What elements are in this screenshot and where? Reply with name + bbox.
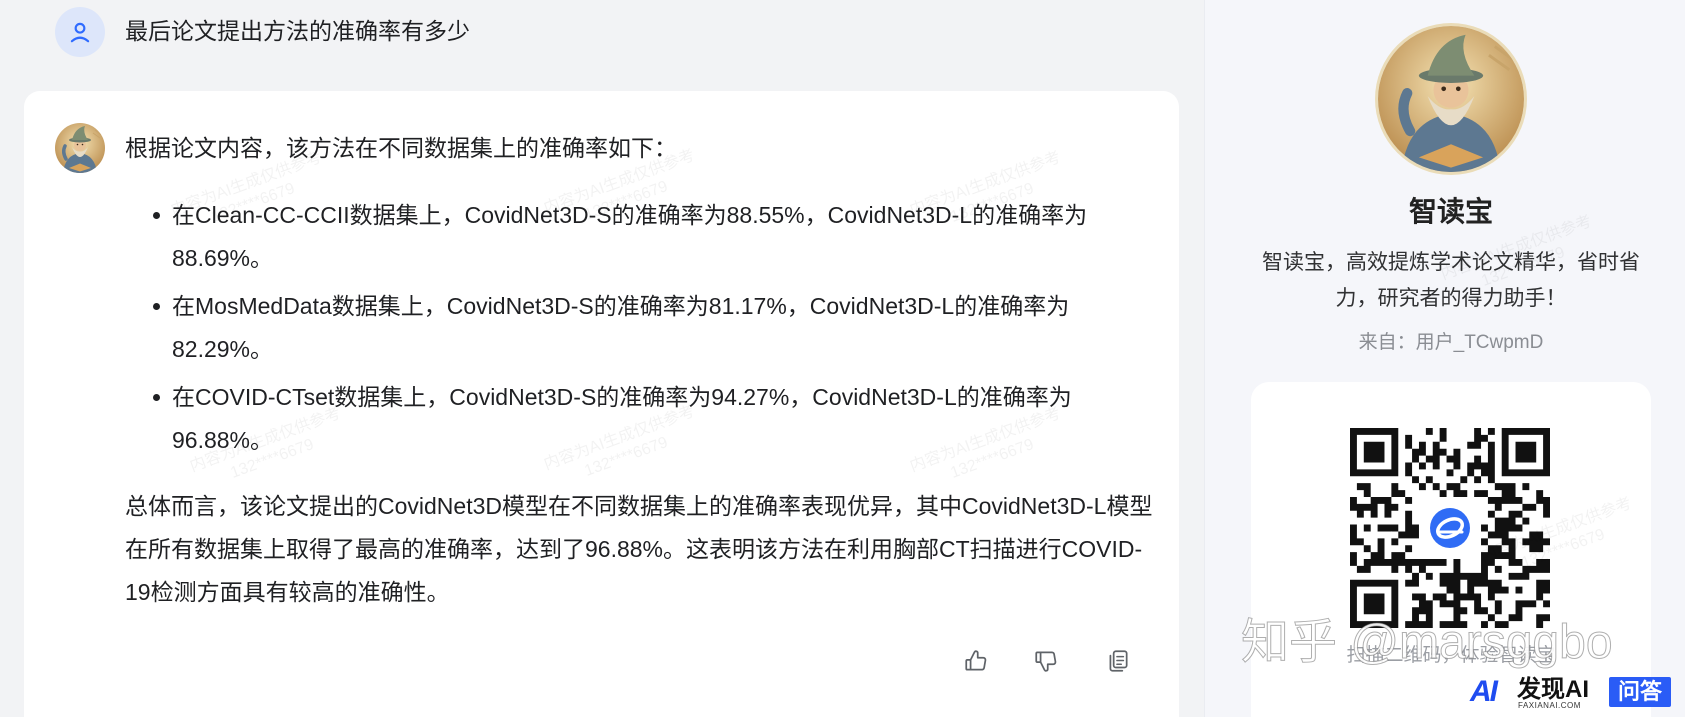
zhihu-watermark: 知乎 @marsggbo — [1241, 616, 1614, 670]
brand-mark: AI — [1470, 675, 1498, 708]
wizard-avatar-icon — [55, 123, 105, 173]
answer-intro: 根据论文内容，该方法在不同数据集上的准确率如下： — [125, 135, 677, 161]
thumbs-up-icon — [965, 650, 987, 671]
bot-name: 智读宝 — [1408, 196, 1493, 227]
bullet-dot — [153, 394, 160, 401]
like-button[interactable] — [963, 648, 989, 674]
list-item: 在Clean-CC-CCII数据集上，CovidNet3D-S的准确率为88.5… — [125, 194, 1155, 280]
bullet-dot — [153, 212, 160, 219]
copy-button[interactable] — [1105, 648, 1131, 674]
answer-summary: 总体而言，该论文提出的CovidNet3D模型在不同数据集上的准确率表现优异，其… — [125, 493, 1153, 605]
list-item-text: 在Clean-CC-CCII数据集上，CovidNet3D-S的准确率为88.5… — [172, 202, 1088, 271]
list-item-text: 在COVID-CTset数据集上，CovidNet3D-S的准确率为94.27%… — [172, 384, 1072, 453]
bot-description: 智读宝，高效提炼学术论文精华，省时省力，研究者的得力助手！ — [1262, 251, 1640, 310]
answer-content: 根据论文内容，该方法在不同数据集上的准确率如下： 在Clean-CC-CCII数… — [125, 127, 1155, 614]
qr-center-logo — [1424, 502, 1476, 554]
user-avatar — [55, 7, 105, 57]
list-item-text: 在MosMedData数据集上，CovidNet3D-S的准确率为81.17%，… — [172, 293, 1070, 362]
user-question: 最后论文提出方法的准确率有多少 — [125, 18, 470, 44]
bullet-dot — [153, 303, 160, 310]
accuracy-list: 在Clean-CC-CCII数据集上，CovidNet3D-S的准确率为88.5… — [125, 194, 1155, 462]
copy-icon — [1109, 650, 1128, 672]
bot-source: 来自：用户_TCwpmD — [1358, 332, 1544, 353]
bot-profile-panel: 智读宝 智读宝，高效提炼学术论文精华，省时省力，研究者的得力助手！ 来自：用户_… — [1204, 0, 1685, 717]
dislike-button[interactable] — [1033, 648, 1059, 674]
qr-code-graphic — [1350, 428, 1550, 628]
answer-card: 根据论文内容，该方法在不同数据集上的准确率如下： 在Clean-CC-CCII数… — [24, 91, 1179, 717]
brand-name: 发现AI — [1517, 676, 1589, 703]
bot-avatar — [55, 123, 105, 173]
brand-qa-badge: 问答 — [1609, 677, 1671, 707]
faxianai-logo[interactable]: AI 发现AI FAXIANAI.COM 问答 — [1470, 675, 1671, 710]
thumbs-down-icon — [1035, 651, 1057, 672]
user-icon — [70, 22, 90, 43]
qr-code[interactable] — [1350, 428, 1550, 628]
bot-avatar-large — [1378, 26, 1524, 172]
brand-domain: FAXIANAI.COM — [1518, 701, 1581, 710]
list-item: 在COVID-CTset数据集上，CovidNet3D-S的准确率为94.27%… — [125, 376, 1155, 462]
wizard-avatar-icon — [1378, 26, 1524, 172]
list-item: 在MosMedData数据集上，CovidNet3D-S的准确率为81.17%，… — [125, 285, 1155, 371]
